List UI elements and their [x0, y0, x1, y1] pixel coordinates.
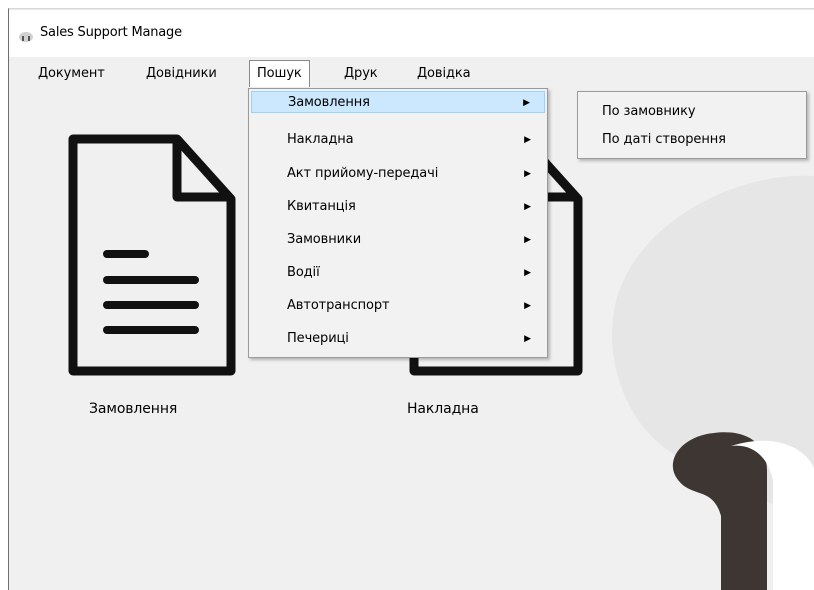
menu-print[interactable]: Друк	[337, 61, 385, 87]
submenu-item-by-creation-date[interactable]: По даті створення	[580, 129, 802, 151]
menu-item-receipt[interactable]: Квитанція ▶	[251, 196, 545, 218]
menu-help[interactable]: Довідка	[410, 61, 478, 87]
top-strip	[9, 9, 814, 10]
window-title: Sales Support Manage	[40, 25, 182, 40]
menu-item-acceptance-act[interactable]: Акт прийому-передачі ▶	[251, 163, 545, 185]
submenu-arrow-icon: ▶	[524, 235, 531, 245]
submenu-arrow-icon: ▶	[524, 301, 531, 311]
submenu-arrow-icon: ▶	[524, 334, 531, 344]
menu-item-label: Накладна	[287, 132, 354, 147]
menu-item-label: Водії	[287, 265, 320, 280]
submenu-arrow-icon: ▶	[524, 169, 531, 179]
orders-submenu: По замовнику По даті створення	[577, 91, 807, 159]
menu-item-mushrooms[interactable]: Печериці ▶	[251, 328, 545, 350]
menu-item-drivers[interactable]: Водії ▶	[251, 262, 545, 284]
submenu-item-label: По даті створення	[602, 132, 726, 147]
menu-item-label: Замовлення	[288, 95, 370, 110]
menu-item-label: Акт прийому-передачі	[287, 166, 439, 181]
menu-bar: Документ Довідники Пошук Друк Довідка	[9, 57, 814, 91]
menu-item-invoice[interactable]: Накладна ▶	[251, 129, 545, 151]
menu-item-label: Квитанція	[287, 199, 356, 214]
search-dropdown-menu: Замовлення ▶ Накладна ▶ Акт прийому-пере…	[248, 88, 548, 358]
submenu-arrow-icon: ▶	[524, 268, 531, 278]
tile-label-invoice: Накладна	[407, 401, 479, 417]
menu-search[interactable]: Пошук	[249, 60, 310, 87]
submenu-item-by-customer[interactable]: По замовнику	[580, 101, 802, 123]
menu-item-orders[interactable]: Замовлення ▶	[251, 91, 545, 113]
submenu-item-label: По замовнику	[602, 104, 696, 119]
submenu-arrow-icon: ▶	[524, 135, 531, 145]
menu-directories[interactable]: Довідники	[139, 61, 224, 87]
menu-item-customers[interactable]: Замовники ▶	[251, 229, 545, 251]
app-logo-icon	[19, 32, 33, 42]
menu-item-label: Автотранспорт	[287, 298, 390, 313]
document-icon[interactable]	[67, 133, 237, 378]
menu-item-label: Замовники	[287, 232, 362, 247]
tile-label-orders: Замовлення	[89, 401, 178, 417]
menu-document[interactable]: Документ	[31, 61, 112, 87]
menu-item-label: Печериці	[287, 331, 349, 346]
menu-item-vehicles[interactable]: Автотранспорт ▶	[251, 295, 545, 317]
title-bar: Sales Support Manage	[9, 9, 814, 57]
submenu-arrow-icon: ▶	[523, 98, 530, 108]
submenu-arrow-icon: ▶	[524, 202, 531, 212]
